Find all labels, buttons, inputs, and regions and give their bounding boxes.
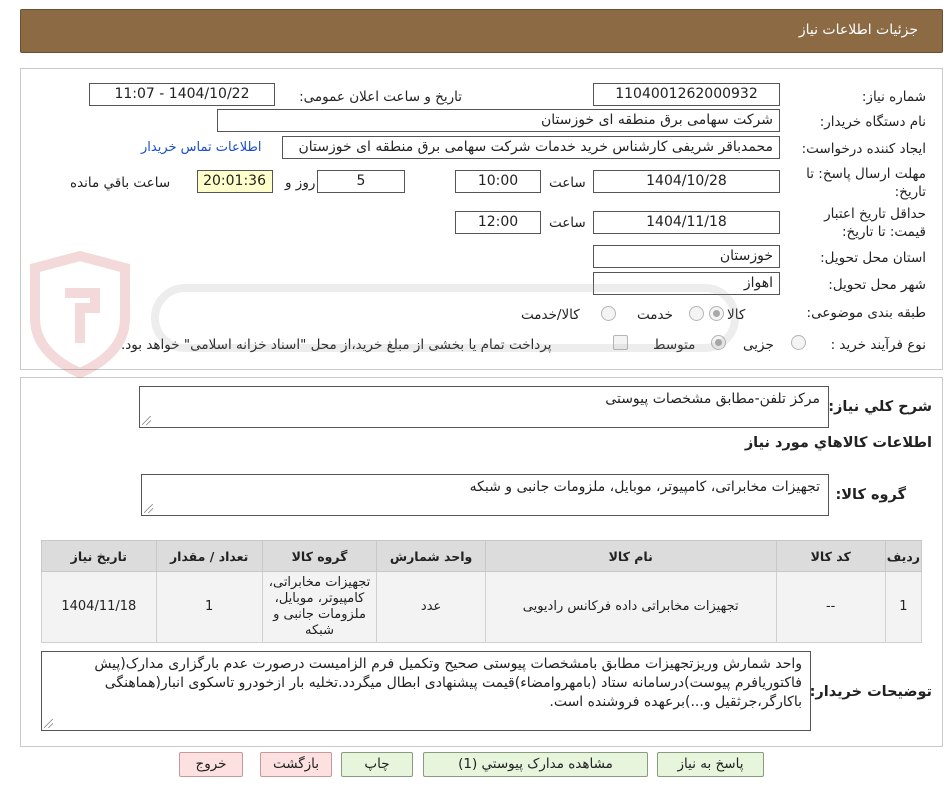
city-label: شهر محل تحویل: xyxy=(828,277,926,293)
cell-unit: عدد xyxy=(376,571,486,643)
goods-table: رديف کد کالا نام کالا واحد شمارش گروه کا… xyxy=(41,540,923,643)
col-date-header: تاريخ نياز xyxy=(41,540,157,572)
process-medium-radio[interactable] xyxy=(711,335,726,350)
exit-button[interactable]: خروج xyxy=(179,752,243,777)
days-field: 5 xyxy=(317,170,405,193)
col-code-header: کد کالا xyxy=(775,540,886,572)
goods-group-text: تجهیزات مخابراتی، کامپیوتر، موبایل، ملزو… xyxy=(469,479,820,495)
treasury-checkbox[interactable] xyxy=(613,335,628,350)
payment-note: پرداخت تمام یا بخشی از مبلغ خرید،از محل … xyxy=(121,337,552,353)
buyer-notes-text: واحد شمارش وریزتجهیزات مطابق بامشخصات پی… xyxy=(94,656,802,710)
cell-name: تجهیزات مخابراتی داده فرکانس رادیویی xyxy=(484,571,777,643)
deadline-time-field: 10:00 xyxy=(455,170,541,193)
creator-label: ایجاد کننده درخواست: xyxy=(801,141,926,157)
buyer-notes-label: توضيحات خريدار: xyxy=(809,684,932,700)
cell-code: -- xyxy=(775,571,886,643)
need-number-label: شماره نیاز: xyxy=(861,89,926,105)
goods-group-label: گروه کالا: xyxy=(835,487,906,503)
cell-row: 1 xyxy=(884,571,923,643)
announce-date-label: تاریخ و ساعت اعلان عمومی: xyxy=(299,89,462,105)
province-field: خوزستان xyxy=(593,245,780,268)
buyer-contact-link[interactable]: اطلاعات تماس خریدار xyxy=(141,140,261,155)
back-button[interactable]: بازگشت xyxy=(260,752,332,777)
buyer-org-field: شرکت سهامی برق منطقه ای خوزستان xyxy=(217,109,780,132)
process-partial-radio[interactable] xyxy=(791,335,806,350)
buyer-org-label: نام دستگاه خریدار: xyxy=(819,114,926,130)
print-button[interactable]: چاپ xyxy=(341,752,413,777)
cell-qty: 1 xyxy=(155,571,263,643)
col-name-header: نام کالا xyxy=(484,540,777,572)
category-goods-service-label: کالا/خدمت xyxy=(521,307,580,323)
goods-group-textarea[interactable]: تجهیزات مخابراتی، کامپیوتر، موبایل، ملزو… xyxy=(141,474,829,516)
need-detail-panel: شرح کلي نياز: مرکز تلفن-مطابق مشخصات پیو… xyxy=(20,377,943,747)
process-partial-label: جزیی xyxy=(743,337,774,353)
remaining-time-label: ساعت باقي مانده xyxy=(70,175,171,191)
summary-text: مرکز تلفن-مطابق مشخصات پیوستی xyxy=(605,391,820,407)
cell-group: تجهیزات مخابراتی، کامپیوتر، موبایل، ملزو… xyxy=(261,571,378,643)
summary-textarea[interactable]: مرکز تلفن-مطابق مشخصات پیوستی xyxy=(139,386,829,428)
category-goods-radio[interactable] xyxy=(709,306,724,321)
resize-grip-icon[interactable] xyxy=(144,504,153,513)
validity-time-label: ساعت xyxy=(549,215,586,231)
announce-date-field: 1404/10/22 - 11:07 xyxy=(89,83,275,106)
remaining-time-field: 20:01:36 xyxy=(197,170,273,193)
days-label: روز و xyxy=(285,175,316,191)
goods-info-title: اطلاعات کالاهاي مورد نياز xyxy=(744,435,932,451)
col-unit-header: واحد شمارش xyxy=(376,540,486,572)
summary-label: شرح کلي نياز: xyxy=(828,399,932,415)
category-label: طبقه بندی موضوعی: xyxy=(806,305,926,321)
process-medium-label: متوسط xyxy=(653,337,696,353)
category-goods-label: کالا xyxy=(727,307,746,323)
view-documents-button[interactable]: مشاهده مدارک پيوستي (1) xyxy=(423,752,648,777)
cell-date: 1404/11/18 xyxy=(41,571,157,643)
reply-button[interactable]: پاسخ به نياز xyxy=(657,752,764,777)
category-service-label: خدمت xyxy=(637,307,673,323)
deadline-label: مهلت ارسال پاسخ: تا تاریخ: xyxy=(806,166,926,200)
col-row-header: رديف xyxy=(884,540,923,572)
deadline-time-label: ساعت xyxy=(549,175,586,191)
city-field: اهواز xyxy=(593,272,780,295)
validity-date-field: 1404/11/18 xyxy=(593,211,780,234)
page-header: جزئیات اطلاعات نیاز xyxy=(20,9,943,53)
validity-time-field: 12:00 xyxy=(455,211,541,234)
page-title: جزئیات اطلاعات نیاز xyxy=(798,22,918,38)
category-goods-service-radio[interactable] xyxy=(601,306,616,321)
category-service-radio[interactable] xyxy=(689,306,704,321)
table-row: 1 -- تجهیزات مخابراتی داده فرکانس رادیوی… xyxy=(41,571,923,643)
need-number-field: 1104001262000932 xyxy=(593,83,780,106)
deadline-date-field: 1404/10/28 xyxy=(593,170,780,193)
process-label: نوع فرآیند خرید : xyxy=(830,337,926,353)
table-header-row: رديف کد کالا نام کالا واحد شمارش گروه کا… xyxy=(41,540,923,572)
buyer-notes-textarea[interactable]: واحد شمارش وریزتجهیزات مطابق بامشخصات پی… xyxy=(41,651,811,731)
need-info-panel: شماره نیاز: 1104001262000932 تاریخ و ساع… xyxy=(20,68,943,370)
validity-label: حداقل تاریخ اعتبار قیمت: تا تاریخ: xyxy=(824,206,926,240)
resize-grip-icon[interactable] xyxy=(44,719,53,728)
col-group-header: گروه کالا xyxy=(261,540,378,572)
resize-grip-icon[interactable] xyxy=(142,416,151,425)
province-label: استان محل تحویل: xyxy=(820,250,926,266)
col-qty-header: تعداد / مقدار xyxy=(155,540,263,572)
creator-field: محمدباقر شریفی کارشناس خرید خدمات شرکت س… xyxy=(282,136,780,159)
